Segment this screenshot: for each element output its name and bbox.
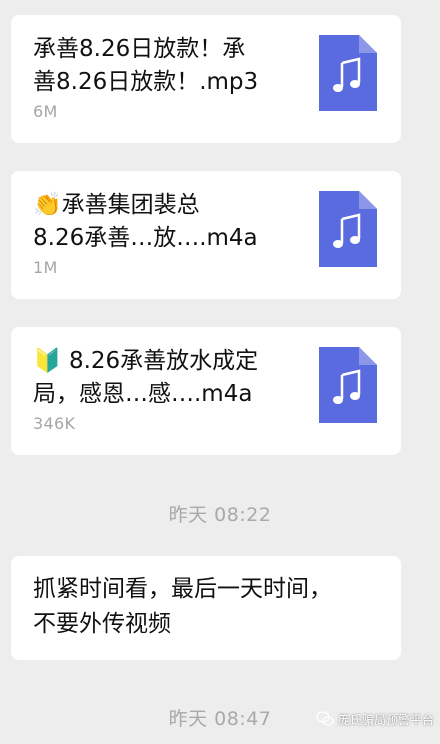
file-message-3[interactable]: 🔰 8.26承善放水成定 局，感恩…感….m4a 346K [11,327,401,455]
file-message-1[interactable]: 承善8.26日放款！承 善8.26日放款！.mp3 6M [11,15,401,143]
music-file-icon [319,347,377,423]
file-name: 👏承善集团裴总 8.26承善…放….m4a [33,192,258,251]
music-file-icon [319,191,377,267]
file-size: 346K [33,414,76,433]
file-size: 6M [33,102,58,121]
wechat-logo-icon [316,711,334,726]
file-size: 1M [33,258,58,277]
file-message-2[interactable]: 👏承善集团裴总 8.26承善…放….m4a 1M [11,171,401,299]
file-name: 🔰 8.26承善放水成定 局，感恩…感….m4a [33,348,259,407]
watermark-text: 庞氏骗局预警平台 [337,712,434,727]
text-message[interactable]: 抓紧时间看，最后一天时间， 不要外传视频 [11,556,401,660]
music-file-icon [319,35,377,111]
watermark: 庞氏骗局预警平台 [316,710,434,728]
time-separator: 昨天 08:22 [168,504,272,526]
file-name: 承善8.26日放款！承 善8.26日放款！.mp3 [33,36,259,95]
message-text: 抓紧时间看，最后一天时间， 不要外传视频 [33,576,332,637]
